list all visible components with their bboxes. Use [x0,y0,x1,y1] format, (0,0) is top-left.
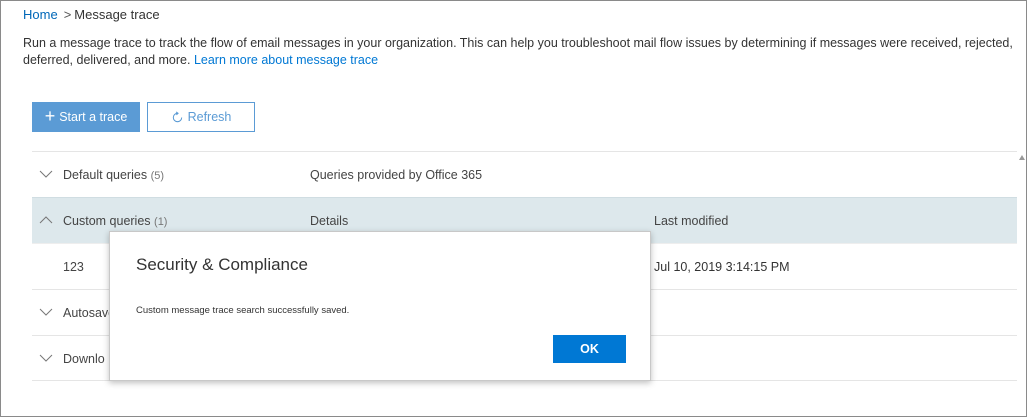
refresh-button[interactable]: Refresh [147,102,255,132]
plus-icon: + [44,106,56,126]
description-text: Run a message trace to track the flow of… [23,36,1013,67]
details-column-header: Details [310,214,349,228]
autosaved-queries-label: Autosave [63,306,116,320]
chevron-down-icon [39,308,53,316]
custom-queries-count: (1) [154,216,168,228]
breadcrumb-separator: > [63,7,72,22]
ok-button[interactable]: OK [553,335,626,363]
chevron-down-icon [39,354,53,362]
custom-queries-label: Custom queries (1) [63,214,168,228]
default-queries-row[interactable]: Default queries (5) Queries provided by … [32,151,1017,197]
learn-more-link[interactable]: Learn more about message trace [194,53,378,67]
start-trace-button[interactable]: + Start a trace [32,102,140,132]
dialog-message: Custom message trace search successfully… [136,305,350,316]
default-queries-details: Queries provided by Office 365 [310,168,483,182]
breadcrumb-home[interactable]: Home [23,7,58,22]
start-trace-label: Start a trace [59,110,128,124]
breadcrumb: Home > Message trace [23,7,160,22]
last-modified-column-header: Last modified [654,214,729,228]
default-queries-label: Default queries (5) [63,168,165,182]
default-queries-count: (5) [150,170,165,182]
refresh-label: Refresh [187,110,232,124]
downloadable-queries-label: Downlo [63,352,105,366]
scroll-up-arrow[interactable] [1019,155,1025,160]
query-last-modified: Jul 10, 2019 3:14:15 PM [654,260,790,274]
chevron-up-icon [39,216,53,224]
breadcrumb-current: Message trace [74,7,160,22]
dialog-title: Security & Compliance [136,255,308,274]
refresh-icon [172,111,182,122]
confirmation-dialog: Security & Compliance Custom message tra… [109,231,651,381]
chevron-down-icon [39,170,53,178]
page-description: Run a message trace to track the flow of… [23,35,1013,69]
query-name: 123 [63,260,84,274]
